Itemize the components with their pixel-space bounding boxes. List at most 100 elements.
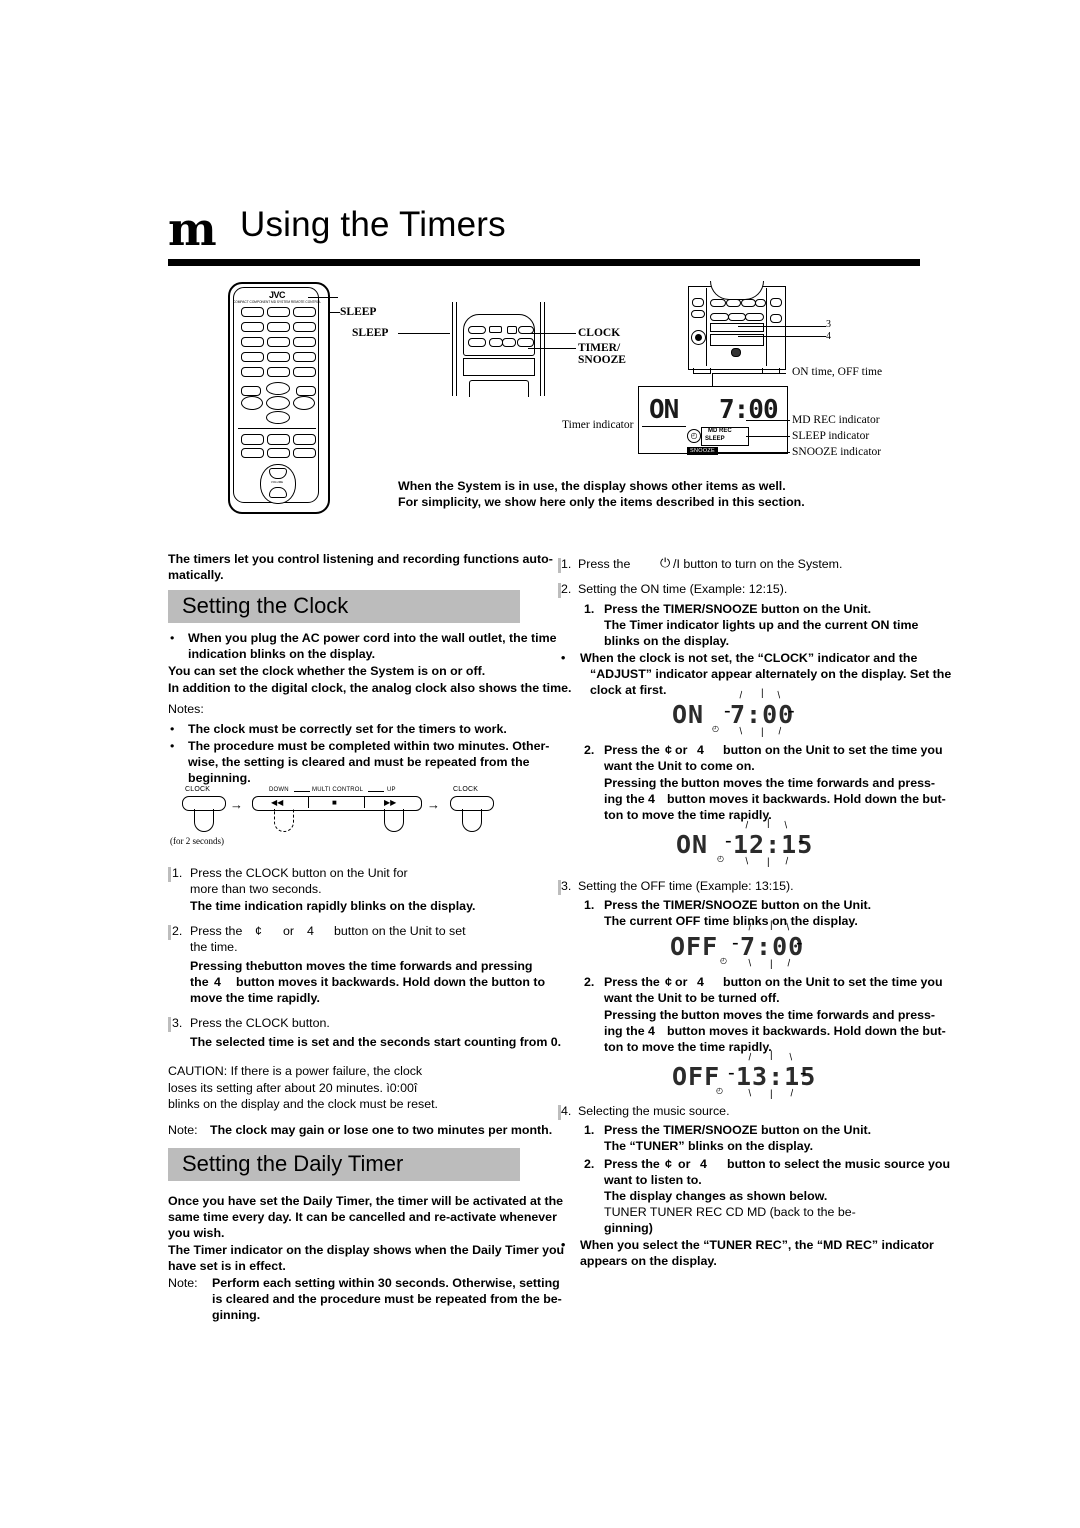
- clock-note-text: The clock may gain or lose one to two mi…: [210, 1123, 553, 1137]
- unit-side-button[interactable]: [770, 298, 782, 307]
- remote-md-button[interactable]: [241, 434, 264, 445]
- unit-md-rec-button[interactable]: [468, 326, 486, 334]
- remote-control-illustration: JVC COMPACT COMPONENT MD SYSTEM REMOTE C…: [228, 282, 330, 514]
- remote-button[interactable]: [241, 386, 261, 396]
- timer-indicator-icon: ◴: [720, 956, 727, 965]
- remote-up-button[interactable]: [266, 382, 290, 395]
- remote-button[interactable]: [296, 386, 316, 396]
- bullet-icon: •: [561, 651, 566, 665]
- flow-finger: [194, 809, 214, 832]
- callout-snooze-indicator: SNOOZE indicator: [792, 446, 882, 458]
- sleep-indicator-label: SLEEP: [705, 436, 725, 442]
- clock-step-1-bold: The time indication rapidly blinks on th…: [190, 899, 476, 913]
- daily-timer-note-label: Note:: [168, 1276, 198, 1290]
- right-step-2-sub-2-line-4a: ing the: [604, 792, 645, 806]
- remote-right-button[interactable]: [293, 396, 315, 410]
- unit-timer-snooze-button[interactable]: [517, 338, 534, 347]
- remote-button[interactable]: [267, 337, 290, 347]
- right-step-4-sub-2-line-1a: Press the: [604, 1157, 660, 1171]
- unit-side-button[interactable]: [692, 298, 704, 307]
- flow-arrow-2: →: [427, 797, 440, 812]
- flow-finger-dashed: [274, 809, 294, 832]
- remote-left-button[interactable]: [241, 396, 263, 410]
- unit-down-button[interactable]: [710, 313, 729, 321]
- callout-clock: CLOCK: [578, 327, 621, 339]
- remote-button[interactable]: [293, 367, 316, 377]
- unit-volume-knob-center: [695, 334, 702, 341]
- remote-button[interactable]: [267, 307, 290, 317]
- page-header: m Using the Timers: [168, 205, 920, 263]
- remote-down-button[interactable]: [266, 411, 290, 424]
- right-step-4-sub-2-line-3: The display changes as shown below.: [604, 1189, 828, 1203]
- remote-button[interactable]: [241, 367, 264, 377]
- clock-step-3-bold: The selected time is set and the seconds…: [190, 1035, 562, 1049]
- leader-line: [528, 348, 576, 349]
- header-rule: [168, 259, 920, 266]
- right-step-3-sub-2-line-4a: ing the: [604, 1024, 645, 1038]
- remote-button[interactable]: [241, 352, 264, 362]
- remote-stop-button[interactable]: [267, 448, 290, 458]
- remote-volume-down-button[interactable]: [269, 487, 287, 498]
- flow-multi-control-label: MULTI CONTROL: [312, 787, 364, 793]
- daily-timer-p2-line-2: have set is in effect.: [168, 1259, 286, 1273]
- clock-caution-line-1: CAUTION: If there is a power failure, th…: [168, 1064, 423, 1078]
- unit-sleep-button[interactable]: [507, 326, 517, 334]
- unit-button[interactable]: [741, 299, 756, 307]
- remote-cd-button[interactable]: [293, 434, 316, 445]
- unit-auto-button[interactable]: [468, 338, 486, 347]
- remote-next-button[interactable]: [293, 448, 316, 458]
- lcd-figure-off-13-15-mode: OFF: [672, 1062, 721, 1091]
- remote-button[interactable]: [293, 337, 316, 347]
- diagram-note-line-1: When the System is in use, the display s…: [398, 479, 786, 493]
- right-step-2-sub-1-number: 1.: [584, 602, 595, 616]
- clock-step-2-line-1b: or: [283, 924, 295, 938]
- flow-prev-icon[interactable]: ◀◀: [271, 799, 283, 807]
- remote-divider: [238, 428, 316, 429]
- remote-set-button[interactable]: [266, 396, 290, 410]
- leader-line: [700, 452, 790, 453]
- right-step-4-sources: TUNER TUNER REC CD MD (back to the be-: [604, 1205, 856, 1219]
- unit-button[interactable]: [726, 299, 741, 307]
- remote-button[interactable]: [241, 322, 264, 332]
- callout-sleep-mid: SLEEP: [352, 327, 389, 339]
- leader-line: [746, 436, 790, 437]
- md-rec-sleep-indicator-box: MD REC SLEEP: [701, 427, 749, 446]
- remote-tuner-band-button[interactable]: [267, 434, 290, 445]
- remote-button[interactable]: [267, 322, 290, 332]
- flow-stop-icon[interactable]: ■: [332, 799, 337, 807]
- unit-up-button[interactable]: [745, 313, 764, 321]
- remote-button[interactable]: [267, 367, 290, 377]
- unit-plus-button[interactable]: [502, 338, 516, 347]
- clock-note-2-line-1: The procedure must be completed within t…: [188, 739, 550, 753]
- remote-power-button[interactable]: [293, 307, 316, 317]
- unit-stop-button[interactable]: [728, 313, 746, 321]
- blink-dash-left-icon: -: [732, 932, 739, 954]
- remote-button[interactable]: [293, 352, 316, 362]
- unit-side-button[interactable]: [691, 310, 705, 318]
- right-step-2-sub-2-line-2: want the Unit to come on.: [604, 759, 755, 773]
- remote-button[interactable]: [267, 352, 290, 362]
- unit-preset-button[interactable]: [489, 326, 502, 333]
- right-step-2-sub-2-line-4b: button moves it backwards. Hold down the…: [667, 792, 946, 806]
- flow-next-icon[interactable]: ▶▶: [384, 799, 396, 807]
- right-step-2-number: 2.: [561, 582, 572, 596]
- remote-prev-button[interactable]: [241, 448, 264, 458]
- unit-side-button[interactable]: [770, 314, 782, 323]
- section-heading-daily-timer: Setting the Daily Timer: [168, 1148, 520, 1181]
- display-mode-text: ON: [649, 395, 679, 425]
- clock-note-2-line-2: wise, the setting is cleared and must be…: [188, 755, 530, 769]
- right-step-3-sub-2-line-3b: button moves the time forwards and press…: [681, 1008, 936, 1022]
- remote-button[interactable]: [293, 322, 316, 332]
- remote-button[interactable]: [241, 307, 264, 317]
- callout-timer-snooze-2: SNOOZE: [578, 354, 626, 366]
- unit-minus-button[interactable]: [489, 338, 503, 347]
- clock-notes-label: Notes:: [168, 702, 204, 716]
- clock-note-2-line-3: beginning.: [188, 771, 251, 785]
- unit-button[interactable]: [755, 299, 766, 307]
- unit-button[interactable]: [710, 299, 726, 307]
- right-step-2-title: Setting the ON time (Example: 12:15).: [578, 582, 788, 596]
- right-step-4-sub-2-line-1c: button to select the music source you: [727, 1157, 951, 1171]
- remote-button[interactable]: [241, 337, 264, 347]
- lcd-figure-off-7-00-time: 7:00: [740, 932, 805, 961]
- clock-caution-line-2: loses its setting after about 20 minutes…: [168, 1081, 418, 1095]
